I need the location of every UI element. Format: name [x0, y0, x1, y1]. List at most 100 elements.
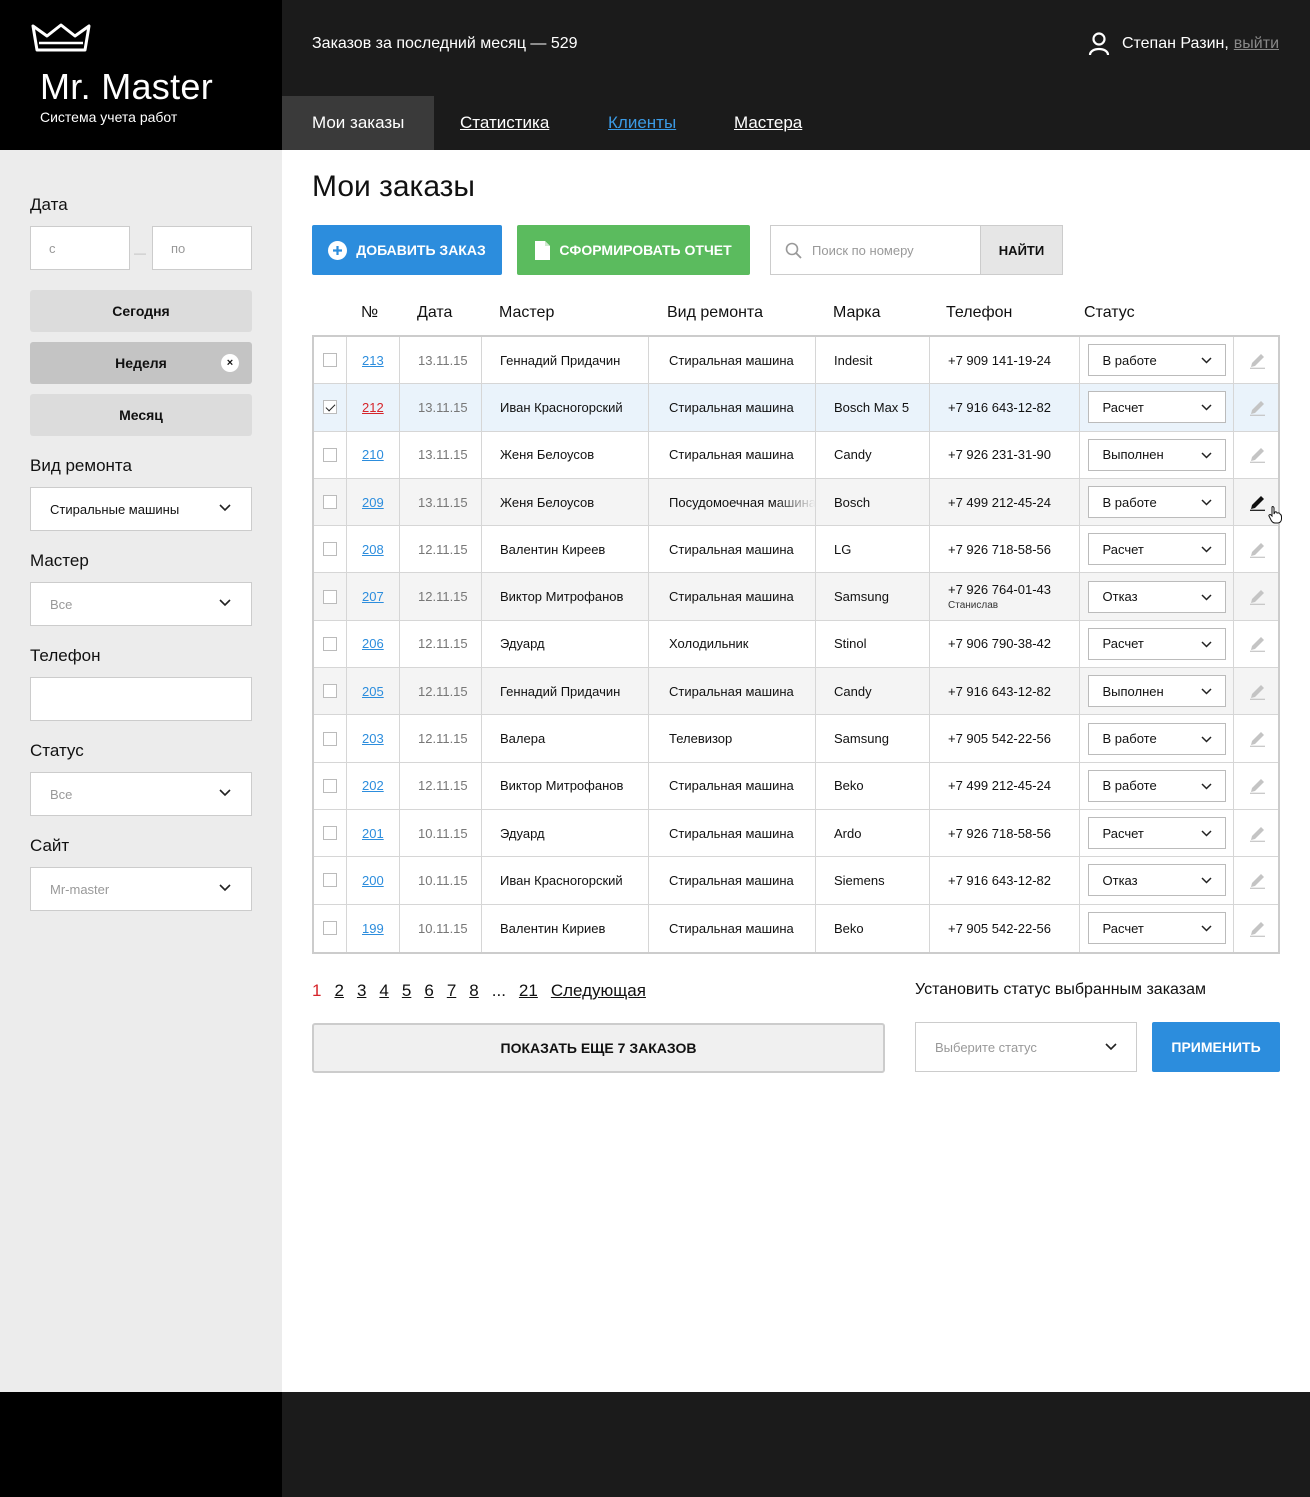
row-checkbox[interactable] [323, 778, 337, 793]
page-link[interactable]: 8 [469, 981, 478, 1001]
order-number-link[interactable]: 210 [362, 447, 384, 462]
order-number-link[interactable]: 213 [362, 353, 384, 368]
master-select[interactable]: Все [30, 582, 252, 626]
row-status-select[interactable]: Расчет [1087, 817, 1226, 850]
order-number-link[interactable]: 212 [362, 400, 384, 415]
row-status-select[interactable]: В работе [1087, 486, 1226, 519]
bulk-status-select[interactable]: Выберите статус [915, 1022, 1137, 1072]
row-status-select[interactable]: Расчет [1087, 391, 1226, 424]
logout-link[interactable]: выйти [1234, 35, 1279, 53]
table-row: 212 13.11.15 Иван Красногорский Стиральн… [314, 384, 1278, 432]
repair-type-select[interactable]: Стиральные машины [30, 487, 252, 531]
row-checkbox[interactable] [323, 731, 337, 746]
order-date: 10.11.15 [400, 809, 482, 857]
site-select[interactable]: Mr-master [30, 867, 252, 911]
pencil-edit-icon[interactable] [1249, 352, 1266, 369]
order-number-link[interactable]: 205 [362, 684, 384, 699]
period-week-button[interactable]: Неделя × [30, 342, 252, 384]
row-status-select[interactable]: В работе [1087, 722, 1226, 755]
apply-button[interactable]: ПРИМЕНИТЬ [1152, 1022, 1280, 1072]
row-checkbox[interactable] [323, 826, 337, 841]
pencil-edit-icon[interactable] [1249, 825, 1266, 842]
page-link[interactable]: 21 [519, 981, 538, 1001]
pencil-edit-icon[interactable] [1249, 541, 1266, 558]
pencil-edit-icon[interactable] [1249, 683, 1266, 700]
order-number-link[interactable]: 201 [362, 826, 384, 841]
row-status-select[interactable]: В работе [1087, 769, 1226, 802]
row-checkbox[interactable] [323, 495, 337, 510]
pencil-edit-icon[interactable] [1249, 872, 1266, 889]
search-button[interactable]: НАЙТИ [980, 225, 1063, 275]
page-link-current[interactable]: 1 [312, 981, 321, 1001]
row-status-select[interactable]: Отказ [1087, 580, 1226, 613]
bulk-status-placeholder: Выберите статус [935, 1039, 1037, 1055]
order-phone: +7 916 643-12-82 [948, 683, 1052, 699]
pencil-edit-icon[interactable] [1249, 399, 1266, 416]
date-to-field[interactable]: по [152, 226, 252, 270]
add-order-label: ДОБАВИТЬ ЗАКАЗ [356, 242, 486, 258]
tab-my-orders[interactable]: Мои заказы [282, 96, 435, 150]
chevron-down-icon [219, 884, 231, 892]
page-link[interactable]: 5 [402, 981, 411, 1001]
order-master: Иван Красногорский [482, 384, 649, 431]
row-checkbox[interactable] [323, 684, 337, 699]
pencil-edit-icon[interactable] [1249, 730, 1266, 747]
page-link[interactable]: 3 [357, 981, 366, 1001]
page-link[interactable]: 6 [424, 981, 433, 1001]
period-today-button[interactable]: Сегодня [30, 290, 252, 332]
row-checkbox[interactable] [323, 921, 337, 936]
pencil-edit-icon[interactable] [1249, 494, 1266, 511]
order-number-link[interactable]: 208 [362, 542, 384, 557]
row-checkbox[interactable] [323, 542, 337, 557]
order-number-link[interactable]: 207 [362, 589, 384, 604]
row-status-select[interactable]: Расчет [1087, 533, 1226, 566]
page-link[interactable]: 7 [447, 981, 456, 1001]
order-number-link[interactable]: 206 [362, 636, 384, 651]
row-checkbox[interactable] [323, 636, 337, 651]
row-status-select[interactable]: В работе [1087, 344, 1226, 377]
phone-field[interactable] [30, 677, 252, 721]
order-number-link[interactable]: 200 [362, 873, 384, 888]
chevron-down-icon [1200, 877, 1212, 884]
row-status-select[interactable]: Выполнен [1087, 438, 1226, 471]
logo-block[interactable]: Mr. Master Система учета работ [0, 0, 282, 150]
page-link[interactable]: 4 [379, 981, 388, 1001]
tab-masters[interactable]: Мастера [734, 96, 802, 150]
chevron-down-icon [1200, 925, 1212, 932]
pencil-edit-icon[interactable] [1249, 920, 1266, 937]
pencil-edit-icon[interactable] [1249, 635, 1266, 653]
next-page-link[interactable]: Следующая [551, 981, 646, 1001]
order-date: 12.11.15 [400, 573, 482, 620]
make-report-button[interactable]: СФОРМИРОВАТЬ ОТЧЕТ [517, 225, 750, 275]
pencil-edit-icon[interactable] [1249, 777, 1266, 795]
column-header-number: № [361, 304, 379, 321]
pencil-edit-icon[interactable] [1249, 446, 1266, 464]
status-select[interactable]: Все [30, 772, 252, 816]
order-number-link[interactable]: 202 [362, 778, 384, 793]
page-link[interactable]: 2 [334, 981, 343, 1001]
order-repair-type: Посудомоечная машина [669, 494, 816, 510]
row-checkbox[interactable] [323, 400, 337, 415]
pencil-edit-icon[interactable] [1249, 588, 1266, 606]
tab-statistics[interactable]: Статистика [460, 96, 549, 150]
show-more-button[interactable]: ПОКАЗАТЬ ЕЩЕ 7 ЗАКАЗОВ [312, 1023, 885, 1073]
order-number-link[interactable]: 209 [362, 495, 384, 510]
order-number-link[interactable]: 199 [362, 921, 384, 936]
row-status-select[interactable]: Расчет [1087, 912, 1226, 945]
period-month-button[interactable]: Месяц [30, 394, 252, 436]
row-checkbox[interactable] [323, 873, 337, 888]
order-master: Виктор Митрофанов [482, 573, 649, 620]
search-input[interactable] [812, 242, 972, 258]
row-status-select[interactable]: Выполнен [1087, 675, 1226, 708]
row-status-select[interactable]: Расчет [1087, 627, 1226, 660]
row-checkbox[interactable] [323, 589, 337, 604]
tab-clients[interactable]: Клиенты [608, 96, 676, 150]
row-checkbox[interactable] [323, 447, 337, 462]
clear-period-icon[interactable]: × [221, 354, 239, 372]
row-status-select[interactable]: Отказ [1087, 864, 1226, 897]
add-order-button[interactable]: ДОБАВИТЬ ЗАКАЗ [312, 225, 502, 275]
date-from-field[interactable]: с [30, 226, 130, 270]
row-checkbox[interactable] [323, 353, 337, 368]
order-date: 13.11.15 [400, 431, 482, 478]
order-number-link[interactable]: 203 [362, 731, 384, 746]
